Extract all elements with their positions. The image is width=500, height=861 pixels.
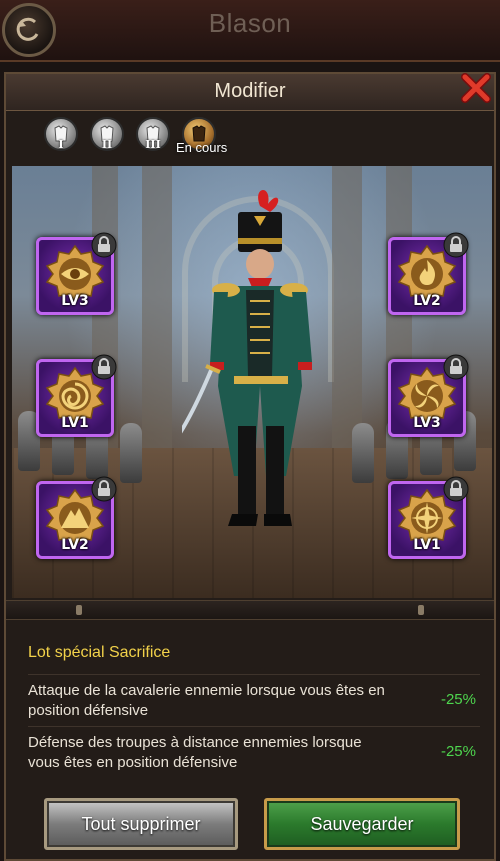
tab-preset-1[interactable]: I bbox=[44, 117, 78, 151]
slot-level: LV2 bbox=[61, 537, 89, 553]
current-tab-label: En cours bbox=[176, 140, 228, 155]
effect-row: Défense des troupes à distance ennemies … bbox=[28, 726, 480, 779]
lock-icon bbox=[91, 232, 117, 258]
crest-slot-right-3[interactable]: LV1 bbox=[388, 476, 469, 559]
effect-description: Attaque de la cavalerie ennemie lorsque … bbox=[28, 682, 385, 719]
slot-level: LV2 bbox=[413, 293, 441, 309]
set-bonus-panel: Lot spécial Sacrifice Attaque de la cava… bbox=[12, 620, 488, 780]
effect-description: Défense des troupes à distance ennemies … bbox=[28, 734, 362, 771]
crest-slot-left-2[interactable]: LV1 bbox=[36, 354, 117, 437]
effect-row: Attaque de la cavalerie ennemie lorsque … bbox=[28, 674, 480, 727]
effect-value: -25% bbox=[440, 691, 476, 708]
lock-icon bbox=[91, 354, 117, 380]
page-title: Blason bbox=[208, 8, 292, 38]
slot-level: LV3 bbox=[61, 293, 89, 309]
crest-slot-left-1[interactable]: LV3 bbox=[36, 232, 117, 315]
lock-icon bbox=[443, 354, 469, 380]
crest-slot-right-2[interactable]: LV3 bbox=[388, 354, 469, 437]
preset-tabs: I II III En cours bbox=[16, 114, 486, 162]
slot-level: LV3 bbox=[413, 415, 441, 431]
lock-icon bbox=[91, 476, 117, 502]
dialog-title: Modifier bbox=[214, 80, 286, 102]
crest-slot-right-1[interactable]: LV2 bbox=[388, 232, 469, 315]
modify-dialog: Modifier I II III En cours LV3 LV1 LV2 L… bbox=[4, 72, 496, 861]
tab-preset-2[interactable]: II bbox=[90, 117, 124, 151]
tab-numeral: II bbox=[101, 138, 113, 151]
crest-slot-left-3[interactable]: LV2 bbox=[36, 476, 117, 559]
hero-character bbox=[182, 189, 312, 526]
top-bar: Blason bbox=[0, 0, 500, 62]
tab-preset-3[interactable]: III bbox=[136, 117, 170, 151]
close-icon bbox=[461, 73, 491, 103]
slot-level: LV1 bbox=[413, 537, 441, 553]
effect-value: -25% bbox=[440, 743, 476, 760]
save-button[interactable]: Sauvegarder bbox=[264, 798, 460, 850]
delete-all-button[interactable]: Tout supprimer bbox=[44, 798, 238, 850]
set-bonus-title: Lot spécial Sacrifice bbox=[28, 644, 171, 661]
lock-icon bbox=[443, 232, 469, 258]
slot-level: LV1 bbox=[61, 415, 89, 431]
section-divider bbox=[6, 600, 494, 620]
tab-numeral: III bbox=[145, 138, 161, 151]
close-button[interactable] bbox=[458, 70, 494, 106]
lock-icon bbox=[443, 476, 469, 502]
tab-numeral: I bbox=[58, 138, 64, 151]
dialog-header: Modifier bbox=[6, 74, 494, 111]
